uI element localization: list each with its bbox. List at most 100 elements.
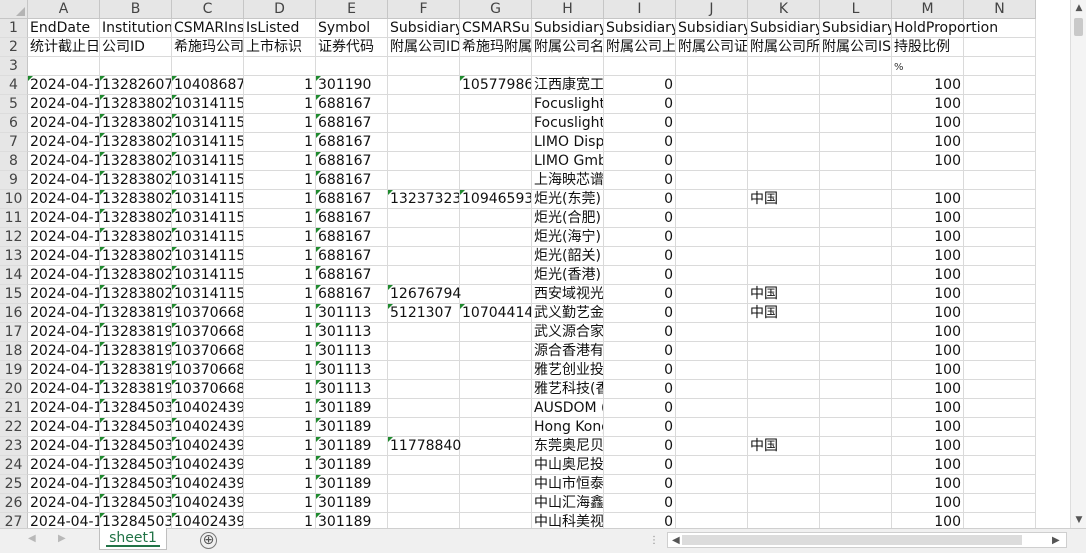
cell-k7[interactable] — [748, 133, 820, 152]
cell-k6[interactable] — [748, 114, 820, 133]
cell-l16[interactable] — [820, 304, 892, 323]
cell-g13[interactable] — [460, 247, 532, 266]
row-header[interactable]: 1 — [0, 19, 28, 38]
cell-b7[interactable]: 13283802 — [100, 133, 172, 152]
cell-i18[interactable]: 0 — [604, 342, 676, 361]
cell-g27[interactable] — [460, 513, 532, 528]
cell-n23[interactable] — [964, 437, 1036, 456]
cell-c15[interactable]: 10314115 — [172, 285, 244, 304]
cell-d5[interactable]: 1 — [244, 95, 316, 114]
cell-e16[interactable]: 301113 — [316, 304, 388, 323]
cell-e22[interactable]: 301189 — [316, 418, 388, 437]
cell-b21[interactable]: 13284503 — [100, 399, 172, 418]
cell-h20[interactable]: 雅艺科技(香 — [532, 380, 604, 399]
cell-e1[interactable]: Symbol — [316, 19, 388, 38]
cell-c12[interactable]: 10314115 — [172, 228, 244, 247]
row-header[interactable]: 23 — [0, 437, 28, 456]
cell-e10[interactable]: 688167 — [316, 190, 388, 209]
cell-f10[interactable]: 13237323 — [388, 190, 460, 209]
cell-b17[interactable]: 13283819 — [100, 323, 172, 342]
cell-l13[interactable] — [820, 247, 892, 266]
cell-g17[interactable] — [460, 323, 532, 342]
cell-j5[interactable] — [676, 95, 748, 114]
row-header[interactable]: 3 — [0, 57, 28, 76]
cell-m17[interactable]: 100 — [892, 323, 964, 342]
cell-b15[interactable]: 13283802 — [100, 285, 172, 304]
cell-l22[interactable] — [820, 418, 892, 437]
cell-j18[interactable] — [676, 342, 748, 361]
cell-n6[interactable] — [964, 114, 1036, 133]
cell-n13[interactable] — [964, 247, 1036, 266]
cell-k15[interactable]: 中国 — [748, 285, 820, 304]
cell-m20[interactable]: 100 — [892, 380, 964, 399]
row-header[interactable]: 9 — [0, 171, 28, 190]
cell-n11[interactable] — [964, 209, 1036, 228]
cell-j4[interactable] — [676, 76, 748, 95]
cell-l20[interactable] — [820, 380, 892, 399]
cell-g12[interactable] — [460, 228, 532, 247]
cell-j24[interactable] — [676, 456, 748, 475]
cell-c4[interactable]: 10408687 — [172, 76, 244, 95]
cell-i26[interactable]: 0 — [604, 494, 676, 513]
cell-i12[interactable]: 0 — [604, 228, 676, 247]
row-header[interactable]: 5 — [0, 95, 28, 114]
cell-h8[interactable]: LIMO Gmb — [532, 152, 604, 171]
cell-c14[interactable]: 10314115 — [172, 266, 244, 285]
cell-a4[interactable]: 2024-04-1 — [28, 76, 100, 95]
cell-a8[interactable]: 2024-04-1 — [28, 152, 100, 171]
cell-k18[interactable] — [748, 342, 820, 361]
cell-l4[interactable] — [820, 76, 892, 95]
column-header-e[interactable]: E — [316, 0, 388, 19]
cell-l7[interactable] — [820, 133, 892, 152]
cell-n26[interactable] — [964, 494, 1036, 513]
cell-g21[interactable] — [460, 399, 532, 418]
column-header-c[interactable]: C — [172, 0, 244, 19]
cell-l25[interactable] — [820, 475, 892, 494]
cell-h25[interactable]: 中山市恒泰 — [532, 475, 604, 494]
cell-e8[interactable]: 688167 — [316, 152, 388, 171]
cell-i17[interactable]: 0 — [604, 323, 676, 342]
cell-k2[interactable]: 附属公司所属国家 — [748, 38, 820, 57]
cell-n24[interactable] — [964, 456, 1036, 475]
row-header[interactable]: 20 — [0, 380, 28, 399]
cell-i22[interactable]: 0 — [604, 418, 676, 437]
cell-f17[interactable] — [388, 323, 460, 342]
cell-h16[interactable]: 武义勤艺金 — [532, 304, 604, 323]
cell-g8[interactable] — [460, 152, 532, 171]
cell-a26[interactable]: 2024-04-1 — [28, 494, 100, 513]
cell-b4[interactable]: 13282607 — [100, 76, 172, 95]
cell-j3[interactable] — [676, 57, 748, 76]
cell-m10[interactable]: 100 — [892, 190, 964, 209]
cell-g1[interactable]: CSMARSubsidiaryID — [460, 19, 532, 38]
cell-j26[interactable] — [676, 494, 748, 513]
cell-g24[interactable] — [460, 456, 532, 475]
cell-i1[interactable]: SubsidiaryIsListed — [604, 19, 676, 38]
cell-i9[interactable]: 0 — [604, 171, 676, 190]
cell-d4[interactable]: 1 — [244, 76, 316, 95]
cell-j6[interactable] — [676, 114, 748, 133]
cell-g23[interactable] — [460, 437, 532, 456]
cell-l5[interactable] — [820, 95, 892, 114]
cell-j25[interactable] — [676, 475, 748, 494]
cell-m19[interactable]: 100 — [892, 361, 964, 380]
cell-h1[interactable]: SubsidiaryName — [532, 19, 604, 38]
cell-a21[interactable]: 2024-04-1 — [28, 399, 100, 418]
cell-h13[interactable]: 炬光(韶关) — [532, 247, 604, 266]
cell-e4[interactable]: 301190 — [316, 76, 388, 95]
cell-d13[interactable]: 1 — [244, 247, 316, 266]
cell-j10[interactable] — [676, 190, 748, 209]
cell-f7[interactable] — [388, 133, 460, 152]
cell-f15[interactable]: 12676794 — [388, 285, 461, 304]
cell-j16[interactable] — [676, 304, 748, 323]
cell-k21[interactable] — [748, 399, 820, 418]
cell-h27[interactable]: 中山科美视 — [532, 513, 604, 528]
tab-scroll-left-icon[interactable]: ◀ — [28, 533, 36, 544]
cell-e21[interactable]: 301189 — [316, 399, 388, 418]
cell-n8[interactable] — [964, 152, 1036, 171]
cell-a27[interactable]: 2024-04-1 — [28, 513, 100, 528]
cell-i2[interactable]: 附属公司上市标识 — [604, 38, 676, 57]
cell-f23[interactable]: 11778840 — [388, 437, 461, 456]
tab-scroll-right-icon[interactable]: ▶ — [58, 533, 66, 544]
cell-b1[interactable]: InstitutionID — [100, 19, 172, 38]
vertical-scroll-thumb[interactable] — [1074, 18, 1083, 36]
